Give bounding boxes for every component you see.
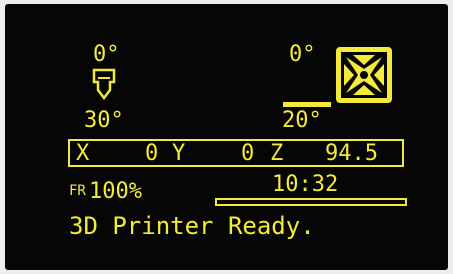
feedrate-prefix: FR [69,183,86,199]
bed-icon [283,102,331,107]
hotend-current-temp: 0° [93,42,120,67]
fan-icon [336,47,392,103]
feedrate-value: 100% [89,179,142,204]
z-axis-value: 94.5 [325,141,378,166]
x-axis-label: X [76,141,90,166]
bed-target-temp: 20° [282,108,322,133]
lcd-screen: 0° 30° 0° 20° X 0 Y 0 Z 94.5 FR 100% 10:… [5,4,448,270]
x-axis-value: 0 [145,141,159,166]
y-axis-label: Y [172,141,186,166]
nozzle-icon [92,68,116,101]
hotend-target-temp: 30° [84,108,124,133]
bed-current-temp: 0° [289,42,316,67]
elapsed-time: 10:32 [272,172,339,197]
z-axis-label: Z [270,141,284,166]
y-axis-value: 0 [241,141,255,166]
status-message: 3D Printer Ready. [69,212,315,240]
print-progress-bar [215,198,407,206]
